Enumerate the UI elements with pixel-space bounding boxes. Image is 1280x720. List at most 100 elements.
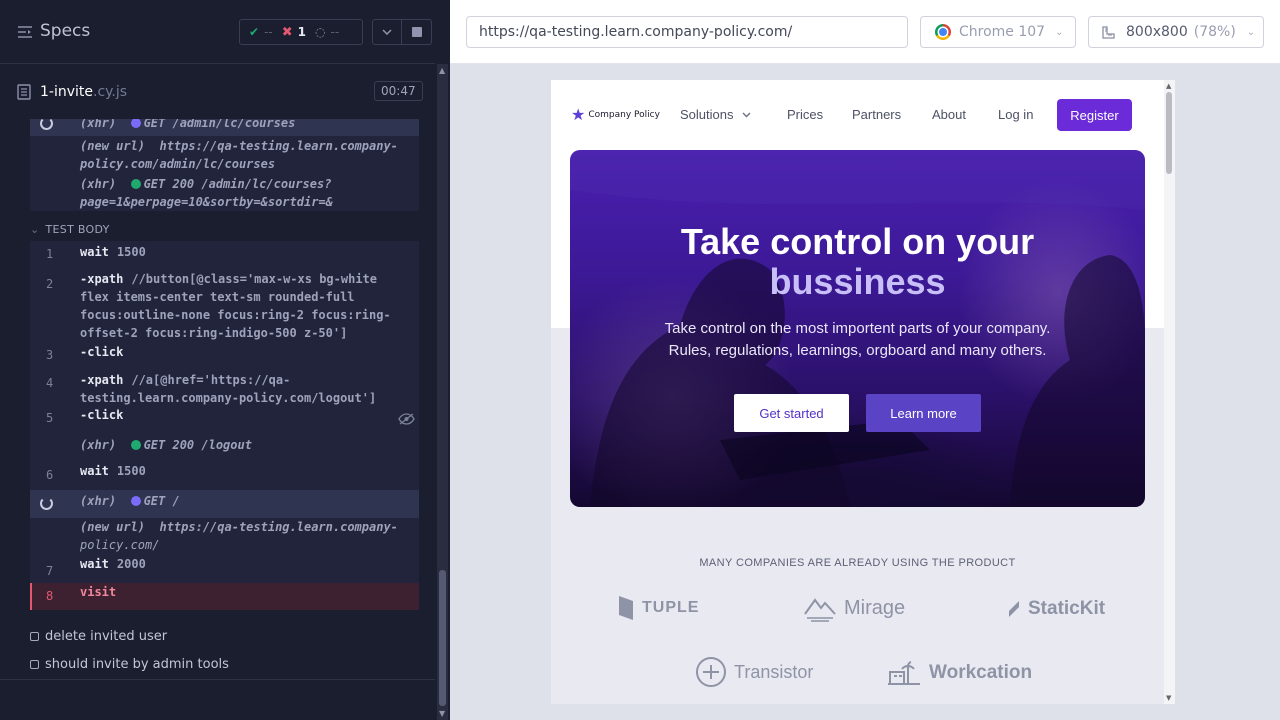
status-dot: [130, 440, 141, 450]
specs-title[interactable]: Specs: [40, 21, 90, 41]
nav-partners[interactable]: Partners: [852, 107, 901, 122]
status-dot: [130, 179, 141, 189]
failed-command-row[interactable]: 8 visit: [30, 583, 419, 610]
transistor-logo-icon: [696, 657, 726, 687]
chrome-icon: [935, 24, 951, 40]
command-text: wait 1500: [80, 245, 146, 259]
chevron-down-icon: ⌄: [30, 223, 40, 236]
stop-button[interactable]: [402, 19, 432, 45]
test-item[interactable]: delete invited user: [30, 629, 167, 644]
test-body-header[interactable]: ⌄ TEST BODY: [30, 223, 110, 236]
command-row[interactable]: (new url) https://qa-testing.learn.compa…: [30, 136, 419, 211]
hero-banner: Take control on your bussiness Take cont…: [570, 150, 1145, 507]
test-item[interactable]: should invite by admin tools: [30, 657, 229, 672]
logo-tuple: TUPLE: [617, 593, 699, 623]
spec-name: 1-invite: [40, 84, 93, 100]
frame-scrollbar[interactable]: ▲ ▼: [1164, 80, 1175, 704]
logos-heading: MANY COMPANIES ARE ALREADY USING THE PRO…: [699, 557, 1016, 569]
tuple-logo-icon: [619, 596, 633, 620]
spinner-icon: [40, 497, 53, 510]
pending-count: --: [330, 25, 340, 39]
url-field[interactable]: https://qa-testing.learn.company-policy.…: [466, 16, 908, 48]
command-text: -xpath//a[@href='https://qa-: [80, 373, 291, 387]
command-row[interactable]: 7 wait 2000: [30, 555, 419, 583]
collapse-button[interactable]: [372, 19, 402, 45]
command-row[interactable]: 6 wait 1500: [30, 459, 419, 490]
test-title: delete invited user: [45, 629, 168, 644]
viewport-size: 800x800: [1126, 24, 1188, 40]
command-row[interactable]: (new url) https://qa-testing.learn.compa…: [30, 518, 419, 555]
scroll-up-icon[interactable]: ▲: [1166, 82, 1171, 90]
command-number: 4: [46, 376, 54, 390]
reporter-scrollbar[interactable]: ▲ ▼: [437, 64, 448, 720]
site-logo[interactable]: ★ Company Policy: [571, 107, 660, 123]
divider: [0, 679, 435, 680]
command-text: flex items-center text-sm rounded-full: [80, 290, 355, 304]
scroll-thumb[interactable]: [1166, 92, 1172, 174]
browser-frame: ★ Company Policy Solutions Prices Partne…: [551, 80, 1175, 704]
hero-subtitle-line: Take control on the most importent parts…: [664, 320, 1051, 337]
specs-list-icon[interactable]: [17, 24, 33, 40]
register-button[interactable]: Register: [1057, 99, 1132, 131]
aut-toolbar: https://qa-testing.learn.company-policy.…: [450, 0, 1280, 64]
command-row[interactable]: 2 -xpath//button[@class='max-w-xs bg-whi…: [30, 264, 419, 343]
passed-stat: ✔ --: [240, 25, 273, 39]
eye-slash-icon[interactable]: [398, 413, 415, 425]
scroll-up-icon[interactable]: ▲: [439, 66, 445, 75]
command-row[interactable]: 4 -xpath//a[@href='https://qa- testing.l…: [30, 366, 419, 408]
reporter-header: Specs ✔ -- ✖ 1 ◌ --: [0, 0, 435, 64]
scroll-thumb[interactable]: [439, 570, 446, 706]
command-text: -click: [80, 345, 124, 359]
stop-icon: [411, 27, 422, 37]
viewport-zoom: (78%): [1193, 24, 1236, 40]
learn-more-button[interactable]: Learn more: [866, 394, 981, 432]
logo-text: Company Policy: [588, 110, 660, 120]
nav-solutions[interactable]: Solutions: [680, 107, 751, 122]
command-number: 5: [46, 411, 54, 425]
check-icon: ✔: [249, 25, 260, 39]
scroll-down-icon[interactable]: ▼: [1166, 694, 1171, 702]
scroll-down-icon[interactable]: ▼: [439, 709, 445, 718]
spinner-icon: [40, 119, 53, 130]
logo-transistor: Transistor: [695, 656, 813, 688]
nav-about[interactable]: About: [932, 107, 966, 122]
command-row[interactable]: (xhr) GET /admin/lc/courses: [30, 119, 419, 136]
command-row[interactable]: 3 -click: [30, 343, 419, 366]
command-text: -click: [80, 408, 124, 422]
hero-subtitle-line: Rules, regulations, learnings, orgboard …: [668, 342, 1047, 359]
command-text: offset-2 focus:ring-indigo-500 z-50']: [80, 326, 348, 340]
browser-selector[interactable]: Chrome 107 ⌄: [920, 16, 1076, 48]
hero-title-line: Take control on your: [680, 221, 1035, 262]
spec-duration: 00:47: [374, 81, 423, 101]
status-dot: [130, 496, 141, 506]
command-text: testing.learn.company-policy.com/logout'…: [80, 391, 377, 405]
test-stats: ✔ -- ✖ 1 ◌ --: [239, 19, 363, 45]
command-text: focus:outline-none focus:ring-2 focus:ri…: [80, 308, 391, 322]
command-text: (new url) https://qa-testing.learn.compa…: [80, 520, 398, 534]
command-text: wait 1500: [80, 464, 146, 478]
nav-login[interactable]: Log in: [998, 107, 1033, 122]
command-row[interactable]: 1 wait 1500: [30, 241, 419, 264]
command-number: 3: [46, 348, 54, 362]
chevron-down-icon: [742, 112, 751, 118]
command-text: (xhr) GET 200 /admin/lc/courses?: [80, 177, 332, 191]
test-status-icon: [30, 632, 39, 641]
workcation-logo-icon: [888, 661, 920, 685]
hero-subtitle: Take control on the most importent parts…: [570, 318, 1145, 362]
chevron-down-icon: ⌄: [1055, 26, 1064, 38]
command-row[interactable]: (xhr) GET 200 /logout: [30, 433, 419, 459]
spinner-icon: ◌: [315, 25, 326, 39]
command-row[interactable]: (xhr) GET /: [30, 490, 419, 518]
failed-stat: ✖ 1: [273, 25, 306, 40]
get-started-button[interactable]: Get started: [734, 394, 849, 432]
command-text: policy.com/admin/lc/courses: [80, 157, 276, 171]
command-text: (xhr) GET 200 /logout: [80, 438, 252, 452]
command-row[interactable]: 5 -click: [30, 408, 419, 433]
spec-filename[interactable]: 1-invite.cy.js: [40, 84, 127, 100]
hero-title-accent: bussiness: [769, 261, 946, 302]
nav-prices[interactable]: Prices: [787, 107, 823, 122]
viewport-selector[interactable]: 800x800 (78%) ⌄: [1088, 16, 1264, 48]
chevron-down-icon: ⌄: [1246, 26, 1256, 38]
logo-mirage: Mirage: [803, 594, 905, 622]
test-title: should invite by admin tools: [45, 657, 229, 672]
